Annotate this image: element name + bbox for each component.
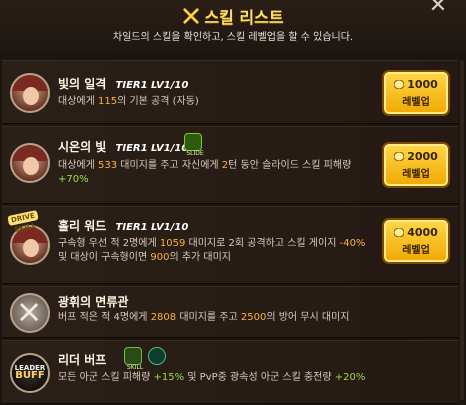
skill-row: 시온의 빛 TIER1 LV1/10 SLIDE 대상에게 533 대미지를 주… (2, 126, 458, 204)
skill-tier-level: TIER1 LV1/10 (115, 80, 189, 91)
page-title: 스킬 리스트 (204, 8, 284, 27)
levelup-cost: 1000 (407, 78, 438, 91)
header: 스킬 리스트 차일드의 스킬을 확인하고, 스킬 레벨업을 할 수 있습니다. … (0, 0, 466, 52)
coin-icon (394, 228, 405, 237)
skill-name: 리더 버프 (58, 353, 107, 367)
levelup-cost: 2000 (407, 150, 438, 163)
coin-icon (394, 152, 405, 161)
character-portrait (10, 73, 50, 113)
slide-badge-icon: SLIDE (184, 133, 204, 157)
levelup-button[interactable]: 2000 레벨업 (382, 142, 450, 188)
levelup-label: 레벨업 (402, 245, 430, 256)
drive-skill-tag: DRIVE SKILL (7, 209, 39, 234)
levelup-button[interactable]: 4000 레벨업 (382, 218, 450, 264)
page-subtitle: 차일드의 스킬을 확인하고, 스킬 레벨업을 할 수 있습니다. (112, 32, 354, 43)
coin-icon (394, 80, 405, 89)
close-icon: ✕ (428, 0, 448, 18)
skill-badge-icon: SKILL (124, 347, 143, 371)
skill-description: 구속형 우선 적 2명에게 1059 대미지로 2회 공격하고 스킬 게이지 -… (58, 238, 366, 263)
levelup-cost: 4000 (407, 226, 438, 239)
crossed-swords-icon (20, 303, 39, 322)
levelup-label: 레벨업 (402, 169, 430, 180)
skill-name: 시온의 빛 TIER1 LV1/10 (58, 140, 189, 154)
teammate-icon (148, 347, 166, 365)
passive-skill-icon (10, 293, 50, 333)
skill-description: 대상에게 115의 기본 공격 (자동) (58, 96, 199, 107)
close-button[interactable]: ✕ (426, 0, 450, 20)
levelup-button[interactable]: 1000 레벨업 (382, 70, 450, 116)
skill-list-panel: 스킬 리스트 차일드의 스킬을 확인하고, 스킬 레벨업을 할 수 있습니다. … (0, 0, 466, 405)
title-row: 스킬 리스트 (0, 4, 466, 28)
scrollbar[interactable] (460, 60, 464, 400)
skill-row: DRIVE SKILL 홀리 워드 TIER1 LV1/10 구속형 우선 적 … (2, 206, 458, 284)
skill-name: 빛의 일격 TIER1 LV1/10 (58, 77, 189, 91)
skill-name: 홀리 워드 TIER1 LV1/10 (58, 219, 189, 233)
skill-row: 광휘의 면류관 버프 적은 적 4명에게 2808 대미지를 주고 2500의 … (2, 286, 458, 338)
character-portrait (10, 143, 50, 183)
levelup-label: 레벨업 (402, 97, 430, 108)
leader-buff-icon: LEADER BUFF (10, 353, 50, 393)
skill-description: 버프 적은 적 4명에게 2808 대미지를 주고 2500의 방어 무시 대미… (58, 312, 350, 323)
skill-row: LEADER BUFF 리더 버프 SKILL 모든 아군 스킬 피해량 +15… (2, 340, 458, 404)
skill-name: 광휘의 면류관 (58, 295, 129, 309)
skill-description: 모든 아군 스킬 피해량 +15% 및 PvP중 광속성 아군 스킬 충전량 +… (58, 372, 366, 383)
crossed-swords-icon (183, 8, 200, 24)
skill-tier-level: TIER1 LV1/10 (115, 143, 189, 154)
skill-tier-level: TIER1 LV1/10 (115, 222, 189, 233)
skill-list[interactable]: 빛의 일격 TIER1 LV1/10 대상에게 115의 기본 공격 (자동) … (0, 56, 458, 405)
skill-description: 대상에게 533 대미지를 주고 자신에게 2턴 동안 슬라이드 스킬 피해량 … (58, 160, 352, 185)
skill-row: 빛의 일격 TIER1 LV1/10 대상에게 115의 기본 공격 (자동) … (2, 60, 458, 124)
